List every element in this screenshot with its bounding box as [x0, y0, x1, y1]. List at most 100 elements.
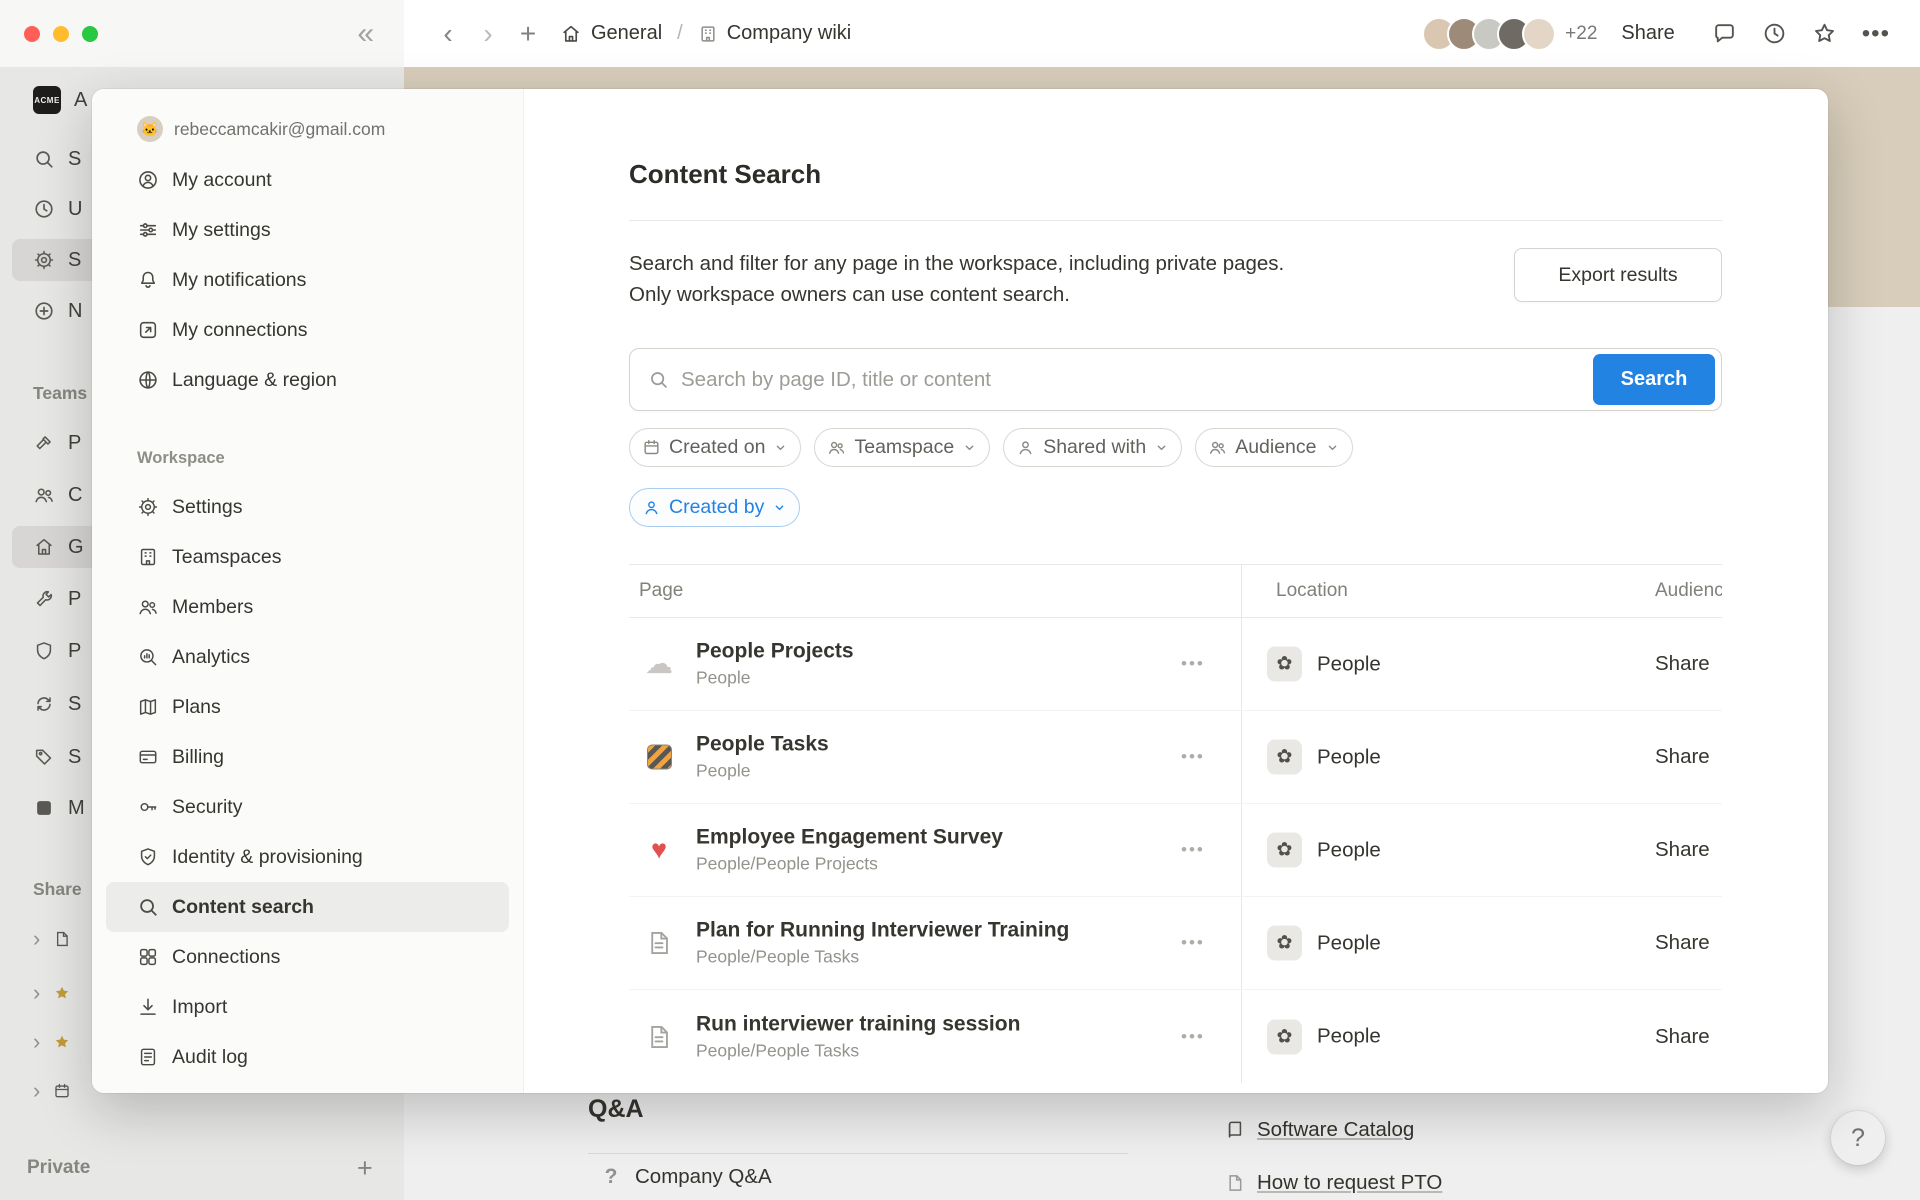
table-row[interactable]: ♥ Employee Engagement Survey People/Peop… — [629, 804, 1722, 897]
audience-cell: Share — [1655, 1025, 1710, 1049]
collaborator-avatars[interactable] — [1422, 17, 1556, 51]
settings-item-connections[interactable]: Connections — [106, 932, 509, 982]
page-path: People/People Projects — [696, 854, 1003, 875]
search-input[interactable] — [681, 368, 1581, 392]
location-cell: ✿ People — [1267, 833, 1381, 868]
settings-item-plans[interactable]: Plans — [106, 682, 509, 732]
calendar-icon — [642, 438, 661, 457]
account-row: 🐱 rebeccamcakir@gmail.com — [106, 113, 509, 145]
settings-item-my-notifications[interactable]: My notifications — [106, 255, 509, 305]
window-controls — [24, 26, 98, 42]
key-icon — [137, 796, 159, 818]
filter-label: Teamspace — [854, 436, 954, 459]
chevron-down-icon — [962, 440, 977, 455]
audience-cell: Share — [1655, 931, 1710, 955]
row-more-button[interactable]: ••• — [1181, 840, 1205, 860]
wiki-page-icon — [698, 24, 718, 44]
close-window-button[interactable] — [24, 26, 40, 42]
table-row[interactable]: Run interviewer training session People/… — [629, 990, 1722, 1083]
settings-item-label: Connections — [172, 946, 280, 969]
settings-item-label: My settings — [172, 219, 271, 242]
teamspace-flower-icon: ✿ — [1267, 1019, 1302, 1054]
people-icon — [1208, 438, 1227, 457]
row-more-button[interactable]: ••• — [1181, 654, 1205, 674]
settings-item-label: My connections — [172, 319, 307, 342]
settings-item-my-settings[interactable]: My settings — [106, 205, 509, 255]
topbar: « ‹ › + General / Company wiki +22 Share — [0, 0, 1920, 67]
settings-item-label: Content search — [172, 896, 314, 919]
settings-item-label: Import — [172, 996, 227, 1019]
favorite-star-icon[interactable] — [1812, 21, 1837, 46]
filter-label: Shared with — [1043, 436, 1146, 459]
settings-item-billing[interactable]: Billing — [106, 732, 509, 782]
row-more-button[interactable]: ••• — [1181, 933, 1205, 953]
more-options-icon[interactable]: ••• — [1862, 22, 1890, 46]
search-button[interactable]: Search — [1593, 354, 1715, 405]
comments-icon[interactable] — [1712, 21, 1737, 46]
settings-item-label: Billing — [172, 746, 224, 769]
avatar-overflow-count[interactable]: +22 — [1565, 23, 1597, 45]
settings-item-settings[interactable]: Settings — [106, 482, 509, 532]
construction-icon — [643, 745, 675, 770]
settings-item-label: Identity & provisioning — [172, 846, 363, 869]
settings-item-my-connections[interactable]: My connections — [106, 305, 509, 355]
location-cell: ✿ People — [1267, 740, 1381, 775]
settings-item-label: Analytics — [172, 646, 250, 669]
settings-item-content-search[interactable]: Content search — [106, 882, 509, 932]
table-row[interactable]: Plan for Running Interviewer Training Pe… — [629, 897, 1722, 990]
minimize-window-button[interactable] — [53, 26, 69, 42]
credit-card-icon — [137, 746, 159, 768]
row-more-button[interactable]: ••• — [1181, 1027, 1205, 1047]
settings-item-my-account[interactable]: My account — [106, 155, 509, 205]
location-cell: ✿ People — [1267, 647, 1381, 682]
filter-shared-with[interactable]: Shared with — [1003, 428, 1182, 467]
settings-item-analytics[interactable]: Analytics — [106, 632, 509, 682]
export-results-button[interactable]: Export results — [1514, 248, 1722, 302]
settings-item-audit-log[interactable]: Audit log — [106, 1032, 509, 1082]
history-clock-icon[interactable] — [1762, 21, 1787, 46]
filter-label: Created by — [669, 496, 764, 519]
forward-button[interactable]: › — [468, 20, 508, 48]
filter-chips: Created on Teamspace Shared with Audienc… — [629, 428, 1722, 467]
page-title-cell: Employee Engagement Survey — [696, 826, 1003, 850]
settings-item-language-region[interactable]: Language & region — [106, 355, 509, 405]
filter-teamspace[interactable]: Teamspace — [814, 428, 990, 467]
settings-item-identity-provisioning[interactable]: Identity & provisioning — [106, 832, 509, 882]
collapse-sidebar-icon[interactable]: « — [357, 19, 374, 49]
breadcrumb-page[interactable]: Company wiki — [727, 22, 851, 45]
avatar — [1522, 17, 1556, 51]
settings-item-security[interactable]: Security — [106, 782, 509, 832]
results-table: Page Location Audience ☁ People Projects… — [629, 564, 1722, 1083]
settings-item-teamspaces[interactable]: Teamspaces — [106, 532, 509, 582]
share-button[interactable]: Share — [1621, 22, 1674, 45]
divider — [629, 220, 1722, 221]
people-icon — [137, 596, 159, 618]
audience-cell: Share — [1655, 652, 1710, 676]
new-tab-button[interactable]: + — [508, 20, 548, 48]
teamspace-flower-icon: ✿ — [1267, 740, 1302, 775]
settings-item-label: Settings — [172, 496, 242, 519]
settings-item-label: Members — [172, 596, 253, 619]
filter-created-by[interactable]: Created by — [629, 488, 800, 527]
row-more-button[interactable]: ••• — [1181, 747, 1205, 767]
filter-audience[interactable]: Audience — [1195, 428, 1352, 467]
chevron-down-icon — [1325, 440, 1340, 455]
settings-item-members[interactable]: Members — [106, 582, 509, 632]
workspace-section-heading: Workspace — [106, 449, 509, 468]
location-cell: ✿ People — [1267, 926, 1381, 961]
grid-icon — [137, 946, 159, 968]
page-title-cell: Plan for Running Interviewer Training — [696, 919, 1069, 943]
settings-item-label: Teamspaces — [172, 546, 281, 569]
location-name: People — [1317, 931, 1381, 955]
table-row[interactable]: ☁ People Projects People ••• ✿ People Sh… — [629, 618, 1722, 711]
filter-created-on[interactable]: Created on — [629, 428, 801, 467]
breadcrumb-root[interactable]: General — [591, 22, 662, 45]
sliders-icon — [137, 219, 159, 241]
analytics-icon — [137, 646, 159, 668]
person-icon — [642, 498, 661, 517]
settings-item-import[interactable]: Import — [106, 982, 509, 1032]
zoom-window-button[interactable] — [82, 26, 98, 42]
table-row[interactable]: People Tasks People ••• ✿ People Share — [629, 711, 1722, 804]
person-icon — [1016, 438, 1035, 457]
back-button[interactable]: ‹ — [428, 20, 468, 48]
